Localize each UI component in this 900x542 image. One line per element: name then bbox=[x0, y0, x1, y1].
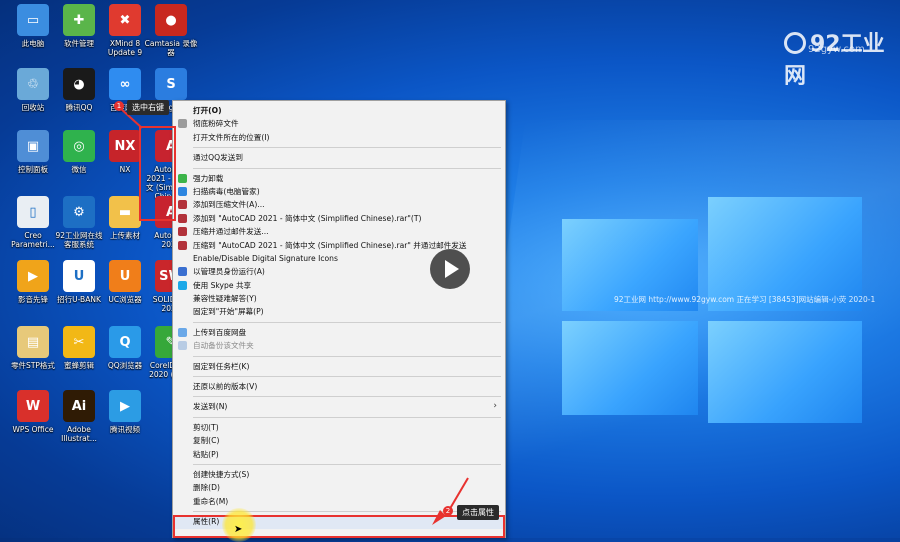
step1-tooltip: 选中右键 bbox=[127, 100, 169, 115]
step1-badge: 1 bbox=[114, 101, 124, 111]
step2-tooltip: 点击属性 bbox=[457, 505, 499, 520]
step2-badge: 2 bbox=[443, 506, 453, 516]
annotation-lines bbox=[119, 107, 469, 525]
mouse-cursor-icon: ➤ bbox=[234, 524, 243, 535]
